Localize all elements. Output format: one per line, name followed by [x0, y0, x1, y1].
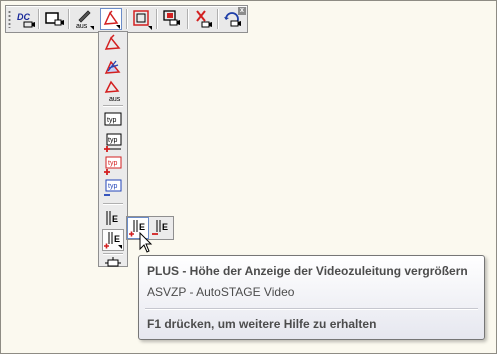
height-minus-icon: E	[152, 220, 168, 235]
e-label: E	[162, 222, 168, 232]
dc-button[interactable]: DC	[14, 8, 36, 30]
typ-item-plain[interactable]: typ	[102, 109, 124, 131]
toolbar-separator	[68, 9, 70, 29]
tooltip-help: F1 drücken, um weitere Hilfe zu erhalten	[147, 317, 377, 331]
typ-red-icon: typ	[104, 156, 122, 175]
toolbar-separator	[187, 9, 189, 29]
dc-icon-text: DC	[17, 12, 30, 22]
toolbar-separator	[126, 9, 128, 29]
height-minus-button[interactable]: E	[150, 217, 172, 239]
typ-label: typ	[107, 117, 116, 124]
video-frame-button[interactable]	[43, 8, 65, 30]
e-label: E	[139, 222, 145, 232]
draw-dropdown-panel: aus typ typ typ typ E E	[98, 31, 128, 267]
height-icon: E	[106, 211, 118, 225]
toolbar-separator	[156, 9, 158, 29]
typ-item-plus[interactable]: typ	[102, 132, 124, 154]
typ-label: typ	[108, 137, 117, 144]
draw-item-blue[interactable]	[102, 57, 124, 79]
tooltip-title: PLUS - Höhe der Anzeige der Videozuleitu…	[147, 264, 468, 278]
red-x-button[interactable]	[192, 8, 214, 30]
draw-item-aus[interactable]: aus	[102, 80, 124, 102]
aus-label: aus	[76, 23, 88, 30]
draw-item-plain[interactable]	[102, 33, 124, 55]
typ-label: typ	[108, 183, 117, 190]
red-draw-icon	[103, 10, 120, 29]
dropdown-separator	[103, 105, 123, 107]
video-frame-icon	[45, 12, 64, 26]
toolbar-close-button[interactable]: x	[238, 7, 246, 15]
red-box-icon	[133, 10, 152, 30]
typ-plus-icon: typ	[104, 133, 122, 152]
height-item[interactable]: E	[102, 207, 124, 229]
e-label: E	[114, 234, 120, 244]
tooltip: PLUS - Höhe der Anzeige der Videozuleitu…	[138, 255, 485, 340]
frame-item[interactable]	[102, 245, 124, 267]
tooltip-subtitle: ASVZP - AutoSTAGE Video	[147, 285, 295, 299]
typ-icon: typ	[104, 112, 122, 126]
e-label: E	[112, 214, 118, 224]
mouse-cursor-icon	[139, 232, 153, 254]
toolbar-grip[interactable]	[8, 10, 11, 28]
dropdown-separator	[103, 203, 123, 205]
red-box-button[interactable]	[131, 8, 153, 30]
dc-icon: DC	[17, 12, 35, 28]
pen-aus-icon: aus	[76, 10, 94, 30]
record-icon	[163, 10, 180, 26]
red-draw-aus-icon: aus	[104, 80, 121, 102]
red-draw-button[interactable]	[100, 8, 122, 30]
toolbar-separator	[217, 9, 219, 29]
red-blue-draw-icon	[104, 60, 121, 74]
pen-aus-button[interactable]: aus	[73, 8, 95, 30]
tooltip-divider	[145, 308, 478, 310]
typ-item-blue[interactable]: typ	[102, 178, 124, 200]
typ-label: typ	[108, 160, 117, 167]
red-x-icon	[196, 10, 212, 28]
aus-label: aus	[109, 96, 121, 102]
typ-blue-icon: typ	[104, 179, 122, 196]
toolbar-separator	[38, 9, 40, 29]
main-toolbar: DC aus x	[5, 5, 248, 33]
red-draw-icon	[104, 34, 121, 50]
typ-item-red[interactable]: typ	[102, 155, 124, 177]
frame-connector-icon	[105, 257, 121, 267]
record-button[interactable]	[161, 8, 183, 30]
